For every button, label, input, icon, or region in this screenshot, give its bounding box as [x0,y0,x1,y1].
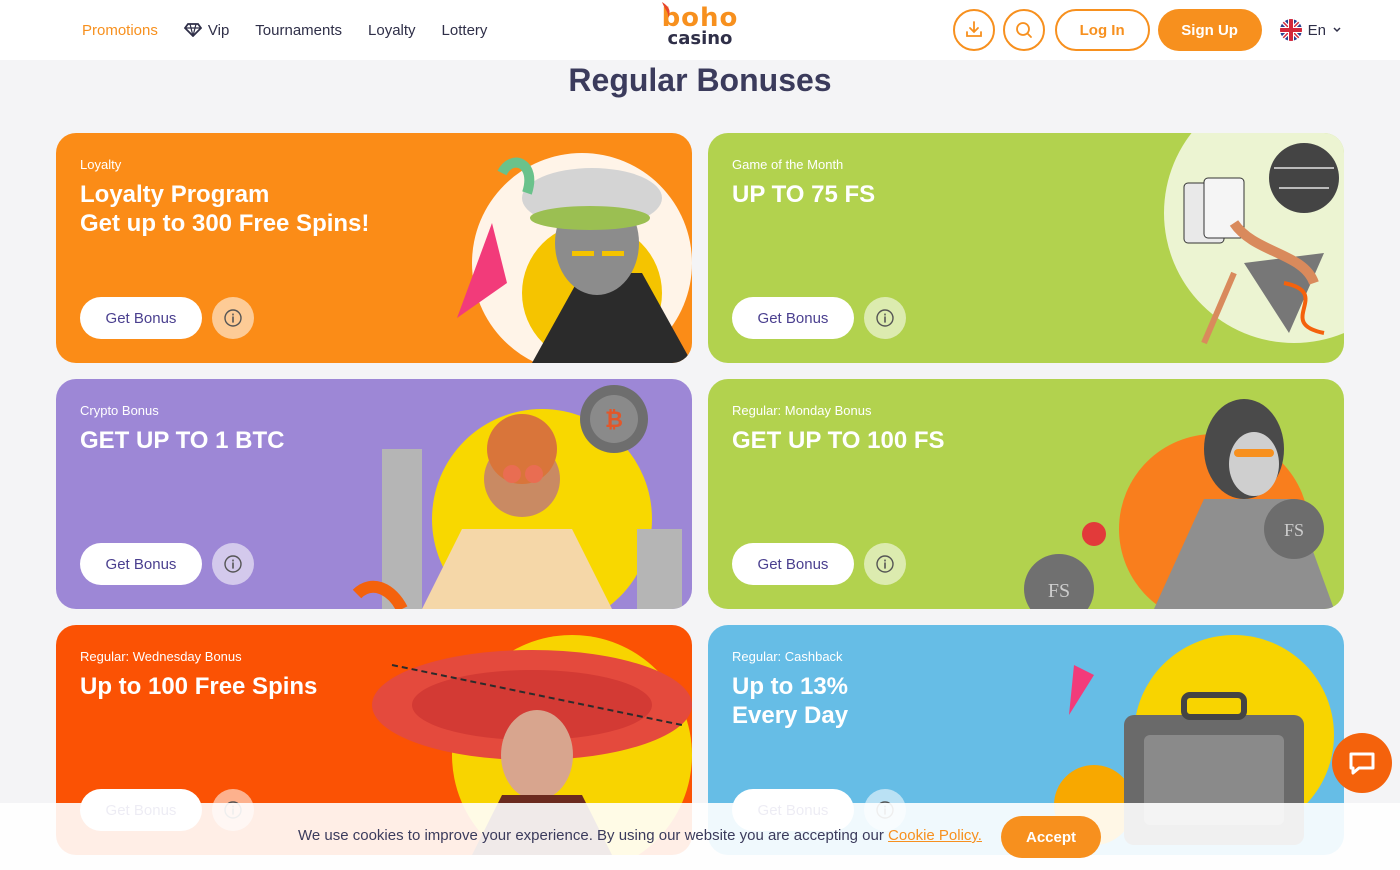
language-selector[interactable]: En [1279,19,1342,41]
info-icon [876,309,894,327]
cookie-text: We use cookies to improve your experienc… [298,827,889,844]
live-chat-button[interactable] [1332,733,1392,793]
header-actions: Log In Sign Up En [952,9,1342,51]
page-title: Regular Bonuses [568,62,832,98]
chat-bubble-icon [1349,752,1375,775]
nav-lottery[interactable]: Lottery [442,22,488,39]
search-button[interactable] [1002,9,1045,51]
chevron-down-icon [1333,27,1341,33]
crypto-man-illustration: ₿ [352,385,682,609]
cookie-policy-link[interactable]: Cookie Policy. [888,827,982,844]
card-content: Regular: Cashback Up to 13% Every Day [732,649,848,730]
card-content: Game of the Month UP TO 75 FS [732,157,875,209]
card-tag: Crypto Bonus [80,403,159,418]
card-content: Regular: Monday Bonus GET UP TO 100 FS [732,403,945,455]
nav-loyalty-label: Loyalty [368,21,416,39]
card-headline: Up to 100 Free Spins [80,673,318,700]
info-button[interactable] [864,543,906,585]
cookie-message: We use cookies to improve your experienc… [298,827,982,844]
cookie-banner: We use cookies to improve your experienc… [0,803,1400,870]
login-button[interactable]: Log In [1054,9,1150,51]
card-headline: UP TO 75 FS [732,181,876,208]
site-logo[interactable]: boho casino [660,2,740,54]
nav-tournaments-label: Tournaments [255,21,343,39]
nav-loyalty[interactable]: Loyalty [368,22,416,39]
nav-lottery-label: Lottery [441,21,488,39]
info-icon [876,555,894,573]
card-headline: GET UP TO 100 FS [732,427,945,454]
flame-icon [662,2,670,18]
loyalty-woman-illustration [457,153,692,363]
card-headline-2: Get up to 300 Free Spins! [80,210,370,237]
nav-tournaments[interactable]: Tournaments [255,22,342,39]
site-header: Promotions Vip Tournaments Loyalty Lotte… [0,0,1400,60]
diamond-icon [183,23,202,37]
svg-text:₿: ₿ [605,407,623,432]
logo-bottom-text: casino [667,28,733,49]
monday-woman-illustration: FS FS [1024,399,1334,609]
info-button[interactable] [212,297,254,339]
svg-text:FS: FS [1284,520,1304,540]
get-bonus-button[interactable]: Get Bonus [80,543,202,585]
card-tag: Regular: Wednesday Bonus [80,649,242,664]
card-headline: Loyalty Program [80,181,270,208]
get-bonus-button[interactable]: Get Bonus [732,297,854,339]
main-nav: Promotions Vip Tournaments Loyalty Lotte… [82,0,487,60]
language-label: En [1307,21,1326,39]
card-content: Loyalty Loyalty Program Get up to 300 Fr… [80,157,369,238]
svg-text:FS: FS [1048,580,1070,602]
card-tag: Regular: Monday Bonus [732,403,872,418]
get-bonus-button[interactable]: Get Bonus [732,543,854,585]
bonus-card-crypto: ₿ Crypto Bonus GET UP TO 1 BTC Get Bonus [56,379,692,609]
info-button[interactable] [864,297,906,339]
card-content: Crypto Bonus GET UP TO 1 BTC [80,403,284,455]
info-button[interactable] [212,543,254,585]
uk-flag-icon [1279,19,1302,41]
card-content: Regular: Wednesday Bonus Up to 100 Free … [80,649,317,701]
nav-vip-label: Vip [207,21,230,39]
bonus-card-monday: FS FS Regular: Monday Bonus GET UP TO 10… [708,379,1344,609]
nav-promotions-label: Promotions [82,21,158,39]
card-tag: Game of the Month [732,157,844,172]
bonus-card-loyalty: Loyalty Loyalty Program Get up to 300 Fr… [56,133,692,363]
download-button[interactable] [952,9,995,51]
card-tag: Loyalty [80,157,122,172]
get-bonus-button[interactable]: Get Bonus [80,297,202,339]
signup-button[interactable]: Sign Up [1157,9,1262,51]
bonus-card-game-of-month: Game of the Month UP TO 75 FS Get Bonus [708,133,1344,363]
search-icon [1015,22,1032,38]
card-headline-2: Every Day [732,702,849,729]
disco-woman-illustration [1164,133,1344,345]
card-tag: Regular: Cashback [732,649,843,664]
info-icon [224,555,242,573]
nav-promotions[interactable]: Promotions [82,22,158,39]
download-icon [965,21,982,37]
info-icon [224,309,242,327]
card-headline: Up to 13% [732,673,849,700]
accept-cookies-button[interactable]: Accept [1001,816,1101,858]
nav-vip[interactable]: Vip [183,21,230,39]
card-headline: GET UP TO 1 BTC [80,427,285,454]
